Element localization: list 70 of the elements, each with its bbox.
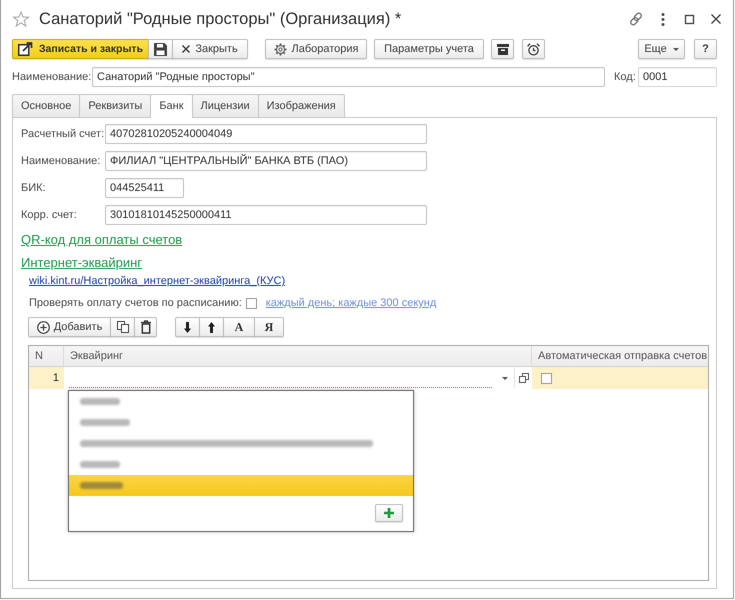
close-button[interactable]: Закрыть bbox=[172, 39, 248, 59]
move-up-button[interactable] bbox=[199, 317, 224, 337]
laboratory-button[interactable]: Лаборатория bbox=[265, 39, 367, 59]
code-field[interactable]: 0001 bbox=[638, 67, 717, 87]
window-title: Санаторий "Родные просторы" (Организация) * bbox=[39, 10, 402, 28]
archive-box-icon bbox=[496, 44, 508, 54]
copy-button[interactable] bbox=[110, 317, 135, 337]
schedule-label: Проверять оплату счетов по расписанию: bbox=[29, 297, 242, 309]
blurred-text bbox=[80, 461, 120, 468]
plus-circle-icon bbox=[36, 320, 50, 334]
open-button[interactable] bbox=[514, 368, 532, 388]
gear-icon bbox=[274, 42, 286, 56]
wiki-link[interactable]: wiki.kint.ru/Настройка_интернет-эквайринга_(КУС) bbox=[29, 274, 286, 288]
delete-button[interactable] bbox=[134, 317, 157, 337]
add-button[interactable]: Добавить bbox=[28, 317, 111, 337]
copy-icon bbox=[116, 321, 128, 333]
tab[interactable]: Лицензии bbox=[192, 94, 259, 117]
checkbox[interactable] bbox=[246, 298, 257, 308]
create-button[interactable] bbox=[375, 504, 403, 522]
arrow-down-icon bbox=[184, 322, 191, 332]
link-icon[interactable] bbox=[629, 12, 643, 26]
column-header[interactable]: Автоматическая отправка счетов bbox=[532, 346, 708, 366]
blurred-text bbox=[80, 398, 120, 405]
close-icon[interactable] bbox=[711, 14, 721, 24]
tab[interactable]: Изображения bbox=[258, 94, 345, 117]
column-header[interactable]: N bbox=[29, 346, 64, 366]
input-field[interactable]: ФИЛИАЛ "ЦЕНТРАЛЬНЫЙ" БАНКА ВТБ (ПАО) bbox=[105, 151, 427, 171]
table-row[interactable]: 1 bbox=[29, 367, 708, 389]
acquiring-link[interactable]: Интернет-эквайринг bbox=[21, 255, 142, 271]
name-field[interactable]: Санаторий "Родные просторы" bbox=[92, 67, 605, 87]
dots-menu-icon[interactable] bbox=[661, 12, 665, 26]
column-header[interactable]: Эквайринг bbox=[64, 346, 532, 366]
checkbox[interactable] bbox=[541, 372, 552, 384]
save-and-close-button[interactable]: Записать и закрыть bbox=[12, 39, 149, 59]
tab[interactable]: Реквизиты bbox=[79, 94, 152, 117]
arrow-up-icon bbox=[208, 322, 215, 332]
blurred-text bbox=[80, 419, 130, 426]
caret-icon bbox=[672, 48, 679, 50]
tab[interactable]: Банк bbox=[150, 94, 193, 118]
cross-icon bbox=[182, 45, 190, 53]
field-label: Наименование: bbox=[12, 71, 92, 83]
qr-code-link[interactable]: QR-код для оплаты счетов bbox=[21, 232, 182, 248]
accounting-parameters-button[interactable]: Параметры учета bbox=[374, 39, 484, 59]
archive-button[interactable] bbox=[491, 39, 514, 59]
tab[interactable]: Основное bbox=[12, 94, 80, 117]
field-label: Код: bbox=[614, 71, 637, 83]
blurred-text bbox=[80, 482, 123, 489]
input-field[interactable]: 30101810145250000411 bbox=[105, 205, 427, 225]
move-down-button[interactable] bbox=[175, 317, 200, 337]
star-icon[interactable] bbox=[13, 11, 29, 27]
overlapping-squares-icon bbox=[518, 373, 528, 383]
alarm-clock-icon bbox=[527, 42, 540, 56]
plus-icon bbox=[384, 508, 394, 518]
maximize-icon[interactable] bbox=[685, 14, 694, 24]
field-label: Наименование: bbox=[21, 155, 102, 167]
input-field[interactable]: 40702810205240004049 bbox=[105, 124, 427, 144]
field-label: Корр. счет: bbox=[21, 209, 78, 221]
field-label: БИК: bbox=[21, 182, 47, 194]
more-button[interactable]: Еще bbox=[638, 39, 685, 59]
field-label: Расчетный счет: bbox=[21, 128, 105, 140]
input-field[interactable]: 044525411 bbox=[105, 178, 184, 198]
table-cell-text: 1 bbox=[52, 371, 60, 386]
help-button[interactable]: ? bbox=[694, 39, 717, 59]
caret-icon bbox=[502, 376, 508, 380]
reminder-button[interactable] bbox=[522, 39, 545, 59]
document-arrow-icon bbox=[18, 42, 33, 56]
save-button[interactable] bbox=[148, 39, 173, 59]
sort-ascending-button[interactable]: А bbox=[223, 317, 255, 337]
trash-icon bbox=[140, 321, 150, 333]
sort-descending-button[interactable]: Я bbox=[254, 317, 284, 337]
